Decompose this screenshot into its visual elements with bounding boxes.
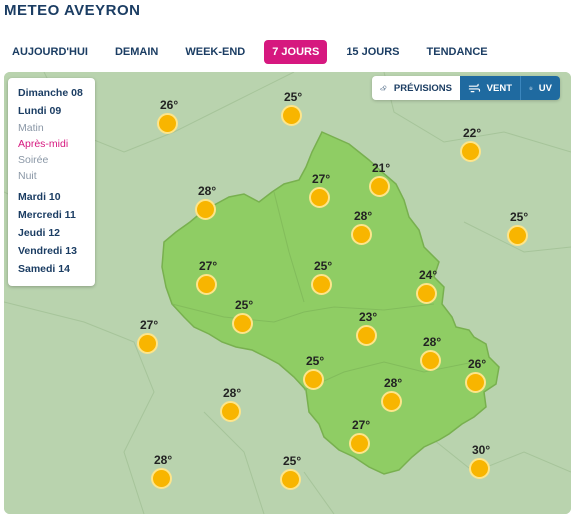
day-item[interactable]: Samedi 14 bbox=[8, 260, 95, 278]
tab-7-jours[interactable]: 7 JOURS bbox=[264, 40, 328, 64]
forecast-marker[interactable]: 28° bbox=[415, 335, 455, 375]
sun-icon bbox=[220, 401, 241, 422]
temperature-label: 25° bbox=[306, 354, 325, 368]
forecast-marker[interactable]: 23° bbox=[351, 310, 391, 350]
forecast-marker[interactable]: 27° bbox=[191, 259, 231, 299]
tab-tendance[interactable]: TENDANCE bbox=[419, 40, 496, 64]
forecast-marker[interactable]: 27° bbox=[132, 318, 172, 358]
forecast-marker[interactable]: 28° bbox=[346, 209, 386, 249]
temperature-label: 21° bbox=[372, 161, 391, 175]
forecast-marker[interactable]: 28° bbox=[215, 386, 255, 426]
sun-icon bbox=[465, 372, 486, 393]
sun-icon bbox=[137, 333, 158, 354]
forecast-marker[interactable]: 25° bbox=[276, 90, 316, 130]
temperature-label: 25° bbox=[283, 454, 302, 468]
forecast-marker[interactable]: 25° bbox=[298, 354, 338, 394]
forecast-marker[interactable]: 25° bbox=[502, 210, 542, 250]
sun-icon bbox=[507, 225, 528, 246]
temperature-label: 28° bbox=[354, 209, 373, 223]
temperature-label: 22° bbox=[463, 126, 482, 140]
period-item-matin[interactable]: Matin bbox=[8, 120, 95, 136]
page-title: METEO AVEYRON bbox=[4, 2, 141, 19]
period-item-soiree[interactable]: Soirée bbox=[8, 152, 95, 168]
period-item-nuit[interactable]: Nuit bbox=[8, 168, 95, 184]
forecast-marker[interactable]: 28° bbox=[190, 184, 230, 224]
temperature-label: 25° bbox=[284, 90, 303, 104]
temperature-label: 28° bbox=[154, 453, 173, 467]
vent-button[interactable]: VENT bbox=[460, 76, 520, 100]
previsions-label: PRÉVISIONS bbox=[393, 82, 452, 94]
forecast-marker[interactable]: 25° bbox=[275, 454, 315, 494]
temperature-label: 24° bbox=[419, 268, 438, 282]
temperature-label: 28° bbox=[423, 335, 442, 349]
sun-icon bbox=[356, 325, 377, 346]
temperature-label: 27° bbox=[312, 172, 331, 186]
uv-label: UV bbox=[538, 82, 552, 94]
temperature-label: 28° bbox=[384, 376, 403, 390]
sun-icon bbox=[151, 468, 172, 489]
sun-icon bbox=[420, 350, 441, 371]
sun-icon bbox=[157, 113, 178, 134]
sun-icon bbox=[311, 274, 332, 295]
temperature-label: 27° bbox=[140, 318, 159, 332]
tab-demain[interactable]: DEMAIN bbox=[107, 40, 166, 64]
forecast-marker[interactable]: 26° bbox=[152, 98, 192, 138]
tab-15-jours[interactable]: 15 JOURS bbox=[338, 40, 407, 64]
previsions-button[interactable]: PRÉVISIONS bbox=[372, 76, 460, 100]
forecast-marker[interactable]: 26° bbox=[460, 357, 500, 397]
forecast-marker[interactable]: 27° bbox=[304, 172, 344, 212]
sun-icon bbox=[369, 176, 390, 197]
sun-icon bbox=[416, 283, 437, 304]
sun-icon bbox=[280, 469, 301, 490]
temperature-label: 25° bbox=[235, 298, 254, 312]
wind-icon bbox=[468, 83, 481, 93]
cloud-sun-icon bbox=[380, 85, 387, 91]
sun-icon bbox=[469, 458, 490, 479]
sun-icon bbox=[196, 274, 217, 295]
temperature-label: 27° bbox=[199, 259, 218, 273]
temperature-label: 30° bbox=[472, 443, 491, 457]
sun-icon bbox=[195, 199, 216, 220]
vent-label: VENT bbox=[486, 82, 512, 94]
forecast-marker[interactable]: 28° bbox=[146, 453, 186, 493]
sun-uv-icon bbox=[529, 86, 533, 90]
period-tabs: AUJOURD'HUI DEMAIN WEEK-END 7 JOURS 15 J… bbox=[4, 40, 507, 64]
day-item[interactable]: Mardi 10 bbox=[8, 188, 95, 206]
temperature-label: 28° bbox=[223, 386, 242, 400]
temperature-label: 25° bbox=[510, 210, 529, 224]
sun-icon bbox=[303, 369, 324, 390]
day-item[interactable]: Mercredi 11 bbox=[8, 206, 95, 224]
sun-icon bbox=[309, 187, 330, 208]
tab-aujourdhui[interactable]: AUJOURD'HUI bbox=[4, 40, 96, 64]
forecast-marker[interactable]: 25° bbox=[227, 298, 267, 338]
temperature-label: 26° bbox=[468, 357, 487, 371]
uv-button[interactable]: UV bbox=[520, 76, 560, 100]
sun-icon bbox=[281, 105, 302, 126]
forecast-marker[interactable]: 25° bbox=[306, 259, 346, 299]
temperature-label: 26° bbox=[160, 98, 179, 112]
sun-icon bbox=[232, 313, 253, 334]
sun-icon bbox=[349, 433, 370, 454]
forecast-marker[interactable]: 21° bbox=[364, 161, 404, 201]
day-item[interactable]: Lundi 09 bbox=[8, 102, 95, 120]
forecast-marker[interactable]: 30° bbox=[464, 443, 504, 483]
temperature-label: 23° bbox=[359, 310, 378, 324]
forecast-marker[interactable]: 27° bbox=[344, 418, 384, 458]
forecast-marker[interactable]: 28° bbox=[376, 376, 416, 416]
day-selector: Dimanche 08 Lundi 09 Matin Après-midi So… bbox=[8, 78, 95, 286]
temperature-label: 25° bbox=[314, 259, 333, 273]
forecast-marker[interactable]: 22° bbox=[455, 126, 495, 166]
temperature-label: 28° bbox=[198, 184, 217, 198]
tab-week-end[interactable]: WEEK-END bbox=[177, 40, 253, 64]
period-item-apres-midi[interactable]: Après-midi bbox=[8, 136, 95, 152]
sun-icon bbox=[351, 224, 372, 245]
forecast-marker[interactable]: 24° bbox=[411, 268, 451, 308]
map-layer-toggle: PRÉVISIONS VENT UV bbox=[372, 76, 560, 100]
sun-icon bbox=[460, 141, 481, 162]
day-item[interactable]: Vendredi 13 bbox=[8, 242, 95, 260]
day-item[interactable]: Jeudi 12 bbox=[8, 224, 95, 242]
sun-icon bbox=[381, 391, 402, 412]
day-item[interactable]: Dimanche 08 bbox=[8, 84, 95, 102]
temperature-label: 27° bbox=[352, 418, 371, 432]
